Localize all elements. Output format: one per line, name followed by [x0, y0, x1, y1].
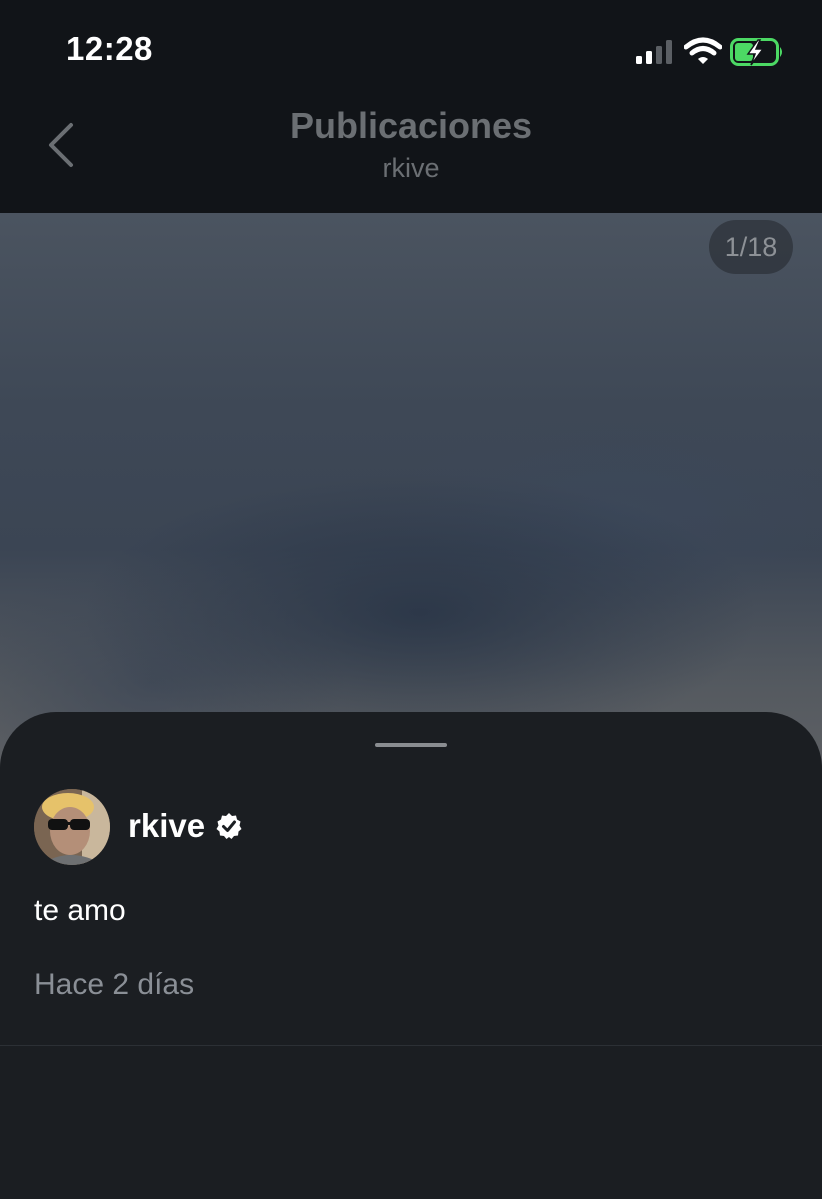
avatar[interactable] — [34, 789, 110, 865]
page-title: Publicaciones — [289, 105, 533, 146]
avatar-image — [34, 789, 110, 865]
verified-badge-icon — [216, 813, 242, 839]
divider — [0, 1045, 822, 1046]
status-time: 12:28 — [66, 30, 153, 67]
username-row[interactable]: rkive — [128, 807, 243, 845]
post-timestamp: Hace 2 días — [34, 968, 195, 1001]
page-subtitle: rkive — [382, 153, 440, 183]
sheet-grabber-handle[interactable] — [375, 743, 447, 747]
post-caption: te amo — [34, 894, 126, 927]
screen: 12:28 Publicaciones rkive 1/18 rkive te … — [0, 0, 822, 1199]
page-counter-badge: 1/18 — [709, 220, 793, 274]
nav-header: Publicaciones rkive — [0, 95, 822, 213]
battery-charging-icon — [730, 38, 782, 66]
wifi-icon — [684, 37, 722, 64]
post-details-sheet: rkive te amo Hace 2 días — [0, 712, 822, 1199]
username[interactable]: rkive — [128, 807, 205, 845]
post-photo[interactable]: 1/18 — [0, 213, 822, 773]
cellular-signal-icon — [636, 40, 672, 64]
status-bar: 12:28 — [0, 0, 822, 95]
